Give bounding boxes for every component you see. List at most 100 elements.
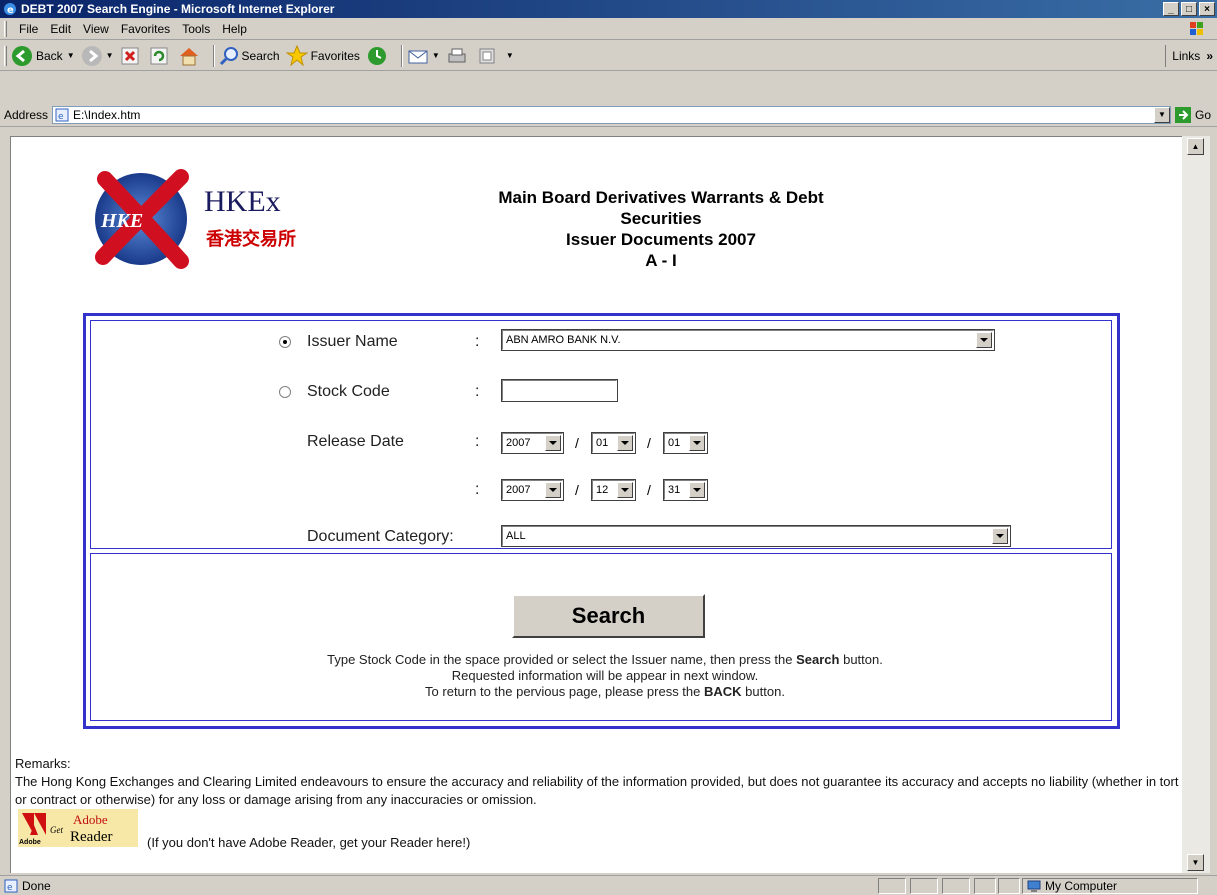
remarks-section: Remarks: The Hong Kong Exchanges and Cle… xyxy=(15,755,1180,809)
forward-arrow-icon xyxy=(81,45,102,66)
issuer-name-select[interactable]: ABN AMRO BANK N.V. xyxy=(501,329,995,351)
chevron-down-icon[interactable] xyxy=(689,482,705,498)
adobe-reader-label: Reader xyxy=(70,829,112,845)
to-month-select[interactable]: 12 xyxy=(591,479,636,501)
to-day-select[interactable]: 31 xyxy=(663,479,708,501)
chevron-down-icon[interactable] xyxy=(992,528,1008,544)
mail-button[interactable]: ▼ xyxy=(407,46,440,66)
date-separator: / xyxy=(575,435,579,451)
adobe-brand-label: Adobe xyxy=(73,812,108,827)
instruction-line-1-text: Type Stock Code in the space provided or… xyxy=(327,652,797,667)
chevron-down-icon[interactable] xyxy=(545,435,561,451)
page-title-line-3: Issuer Documents 2007 xyxy=(566,230,756,249)
from-day-select[interactable]: 01 xyxy=(663,432,708,454)
favorites-label: Favorites xyxy=(310,48,360,63)
search-criteria-panel: Issuer Name : ABN AMRO BANK N.V. Stock C… xyxy=(90,320,1112,549)
instruction-line-3-text: To return to the pervious page, please p… xyxy=(425,684,704,699)
to-day-value: 31 xyxy=(668,484,681,496)
standard-toolbar: Back ▼ ▼ Search Favorites ▼ ▼ Links » xyxy=(0,41,1217,71)
edit-dropdown-icon[interactable]: ▼ xyxy=(506,51,514,60)
hkex-badge-text: HKE xyxy=(100,210,143,232)
links-label: Links xyxy=(1172,49,1201,63)
instruction-line-2: Requested information will be appear in … xyxy=(451,668,759,683)
from-month-select[interactable]: 01 xyxy=(591,432,636,454)
chevron-down-icon[interactable] xyxy=(545,482,561,498)
issuer-name-label: Issuer Name xyxy=(307,333,398,350)
mail-dropdown-icon[interactable]: ▼ xyxy=(432,51,440,60)
forward-dropdown-icon[interactable]: ▼ xyxy=(106,51,114,60)
stock-code-radio[interactable] xyxy=(279,386,291,398)
hkex-logo: HKE xyxy=(95,169,189,269)
document-category-select[interactable]: ALL xyxy=(501,525,1011,547)
stop-button[interactable] xyxy=(120,46,143,66)
ie-icon: e xyxy=(4,3,16,16)
adobe-small-label: Adobe xyxy=(19,839,41,846)
edit-button[interactable]: ▼ xyxy=(477,46,514,66)
vertical-scrollbar[interactable]: ▲ ▼ xyxy=(1182,136,1210,873)
menu-edit[interactable]: Edit xyxy=(44,20,77,38)
print-button[interactable] xyxy=(446,46,471,66)
search-toolbar-button[interactable]: Search xyxy=(219,46,280,66)
address-input[interactable]: e E:\Index.htm ▼ xyxy=(52,105,1171,124)
instruction-line-3: To return to the pervious page, please p… xyxy=(99,684,1111,700)
from-day-value: 01 xyxy=(668,437,681,449)
chevron-down-icon[interactable] xyxy=(689,435,705,451)
minimize-button[interactable]: _ xyxy=(1163,2,1179,16)
status-pane xyxy=(942,878,970,894)
to-year-select[interactable]: 2007 xyxy=(501,479,564,501)
status-pane xyxy=(998,878,1020,894)
chevron-down-icon[interactable] xyxy=(617,435,633,451)
search-button[interactable]: Search xyxy=(512,594,705,638)
menu-favorites[interactable]: Favorites xyxy=(115,20,176,38)
toolbar-separator xyxy=(212,44,215,67)
page-done-icon: e xyxy=(4,879,18,893)
to-month-value: 12 xyxy=(596,484,609,496)
page-title-line-1: Main Board Derivatives Warrants & Debt xyxy=(498,188,824,207)
adobe-reader-note: (If you don't have Adobe Reader, get you… xyxy=(147,835,471,850)
search-instructions: Type Stock Code in the space provided or… xyxy=(99,652,1111,700)
from-year-select[interactable]: 2007 xyxy=(501,432,564,454)
menu-tools[interactable]: Tools xyxy=(176,20,216,38)
media-button[interactable] xyxy=(366,45,391,67)
home-button[interactable] xyxy=(178,46,203,66)
menu-grip xyxy=(4,20,7,37)
menu-file[interactable]: File xyxy=(13,20,44,38)
maximize-button[interactable]: □ xyxy=(1181,2,1197,16)
issuer-name-radio[interactable] xyxy=(279,336,291,348)
window-title-bar[interactable]: e DEBT 2007 Search Engine - Microsoft In… xyxy=(0,0,1217,18)
menu-view[interactable]: View xyxy=(77,20,115,38)
back-button[interactable]: Back ▼ xyxy=(11,45,75,67)
forward-button[interactable]: ▼ xyxy=(81,45,114,67)
menu-bar: File Edit View Favorites Tools Help xyxy=(0,18,1217,40)
get-adobe-reader-icon[interactable]: Adobe Get Adobe Reader xyxy=(18,809,138,847)
scroll-up-icon[interactable]: ▲ xyxy=(1187,138,1204,155)
chevron-right-icon[interactable]: » xyxy=(1206,49,1213,63)
back-label: Back xyxy=(36,48,63,63)
chevron-down-icon[interactable] xyxy=(617,482,633,498)
date-separator: / xyxy=(647,435,651,451)
document-category-value: ALL xyxy=(506,530,526,542)
refresh-button[interactable] xyxy=(149,46,172,66)
links-toolbar[interactable]: Links » xyxy=(1165,45,1213,67)
status-pane xyxy=(974,878,996,894)
stock-code-input[interactable] xyxy=(501,379,618,402)
scroll-down-icon[interactable]: ▼ xyxy=(1187,854,1204,871)
instruction-line-1-bold: Search xyxy=(796,652,840,667)
stop-icon xyxy=(121,47,139,64)
remarks-disclaimer: The Hong Kong Exchanges and Clearing Lim… xyxy=(15,774,1179,807)
go-button[interactable]: Go xyxy=(1174,106,1211,123)
date-separator: / xyxy=(575,482,579,498)
address-dropdown-icon[interactable]: ▼ xyxy=(1153,106,1170,123)
toolbar-grip xyxy=(4,45,7,66)
search-icon xyxy=(219,46,238,65)
menu-help[interactable]: Help xyxy=(216,20,253,38)
favorites-button[interactable]: Favorites xyxy=(285,44,360,67)
instruction-line-1-end: button. xyxy=(839,652,883,667)
close-button[interactable]: × xyxy=(1199,2,1215,16)
mail-icon xyxy=(408,50,428,63)
issuer-colon: : xyxy=(475,333,480,350)
instruction-line-3-bold: BACK xyxy=(704,684,742,699)
search-form: Issuer Name : ABN AMRO BANK N.V. Stock C… xyxy=(83,313,1120,729)
chevron-down-icon[interactable] xyxy=(976,332,992,348)
back-dropdown-icon[interactable]: ▼ xyxy=(67,51,75,60)
